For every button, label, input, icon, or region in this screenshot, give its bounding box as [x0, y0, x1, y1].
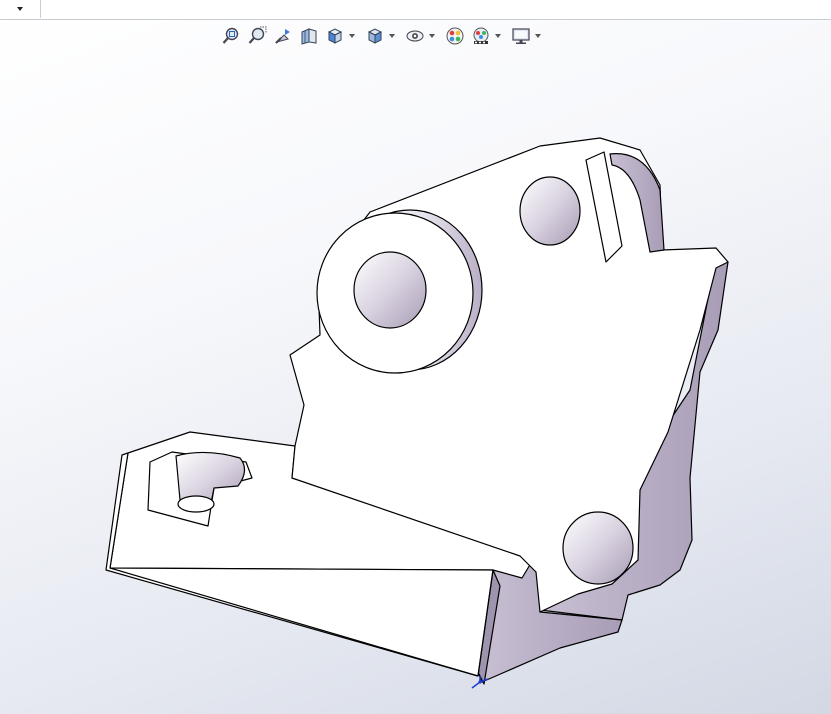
upper-hole	[519, 176, 581, 246]
3d-bracket-part[interactable]	[0, 0, 831, 714]
lower-hole	[562, 511, 634, 585]
pocket-hole	[177, 495, 215, 513]
graphics-area[interactable]	[0, 0, 831, 714]
boss-hole	[353, 251, 427, 329]
